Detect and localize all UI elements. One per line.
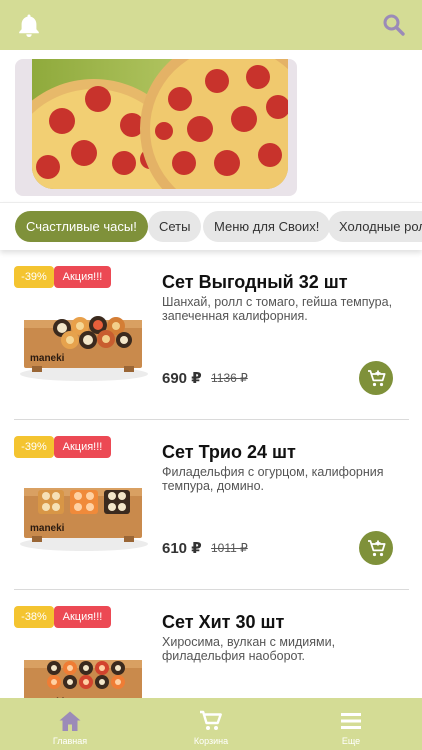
- brand-logo: maneki: [30, 353, 65, 364]
- top-bar: [0, 0, 422, 50]
- category-chip-own-menu[interactable]: Меню для Своих!: [203, 211, 331, 242]
- promo-banner[interactable]: [15, 59, 297, 196]
- nav-more-label: Еще: [341, 736, 361, 746]
- product-price: 610 ₽: [162, 540, 202, 557]
- search-icon: [383, 14, 405, 36]
- nav-home-label: Главная: [52, 736, 88, 746]
- promo-banner-area: [0, 50, 422, 202]
- sale-badge: Акция!!!: [54, 266, 111, 288]
- sale-badge: Акция!!!: [54, 606, 111, 628]
- cart-icon: [200, 710, 222, 730]
- menu-icon: [341, 713, 361, 729]
- nav-cart[interactable]: Корзина: [166, 698, 256, 750]
- category-chip-happy-hours[interactable]: Счастливые часы!: [15, 211, 148, 242]
- notifications-button[interactable]: [16, 12, 42, 38]
- product-description: Хиросима, вулкан с мидиями, филадельфия …: [162, 635, 336, 663]
- app-screen: Счастливые часы! Сеты Меню для Своих! Хо…: [0, 0, 422, 750]
- add-to-cart-button[interactable]: [359, 361, 393, 395]
- pizza-image: [32, 59, 288, 189]
- discount-badge: -39%: [14, 436, 54, 458]
- discount-badge: -39%: [14, 266, 54, 288]
- category-tabs: Счастливые часы! Сеты Меню для Своих! Хо…: [0, 202, 422, 250]
- category-chip-sets[interactable]: Сеты: [148, 211, 202, 242]
- product-card[interactable]: maneki -39% Акция!!! Сет Трио 24 шт Фила…: [14, 420, 409, 590]
- product-description: Филадельфия с огурцом, калифорния темпур…: [162, 465, 384, 493]
- product-title: Сет Выгодный 32 шт: [162, 272, 348, 292]
- product-title: Сет Хит 30 шт: [162, 612, 285, 632]
- nav-cart-label: Корзина: [193, 736, 229, 746]
- search-button[interactable]: [382, 13, 406, 37]
- product-old-price: 1136 ₽: [211, 371, 248, 385]
- bell-icon: [19, 14, 39, 37]
- product-price: 690 ₽: [162, 370, 202, 387]
- bottom-navigation: Главная Корзина Еще: [0, 698, 422, 750]
- category-chip-cold-rolls[interactable]: Холодные рол: [328, 211, 422, 242]
- home-icon: [59, 711, 81, 731]
- product-card[interactable]: maneki -39% Акция!!! Сет Выгодный 32 шт …: [14, 250, 409, 420]
- product-title: Сет Трио 24 шт: [162, 442, 296, 462]
- product-old-price: 1011 ₽: [211, 541, 248, 555]
- discount-badge: -38%: [14, 606, 54, 628]
- add-to-cart-icon: [368, 540, 386, 557]
- add-to-cart-button[interactable]: [359, 531, 393, 565]
- add-to-cart-icon: [368, 370, 386, 387]
- nav-more[interactable]: Еще: [306, 698, 396, 750]
- product-description: Шанхай, ролл с томаго, гейша темпура, за…: [162, 295, 393, 323]
- sale-badge: Акция!!!: [54, 436, 111, 458]
- brand-logo: maneki: [30, 523, 65, 534]
- nav-home[interactable]: Главная: [25, 698, 115, 750]
